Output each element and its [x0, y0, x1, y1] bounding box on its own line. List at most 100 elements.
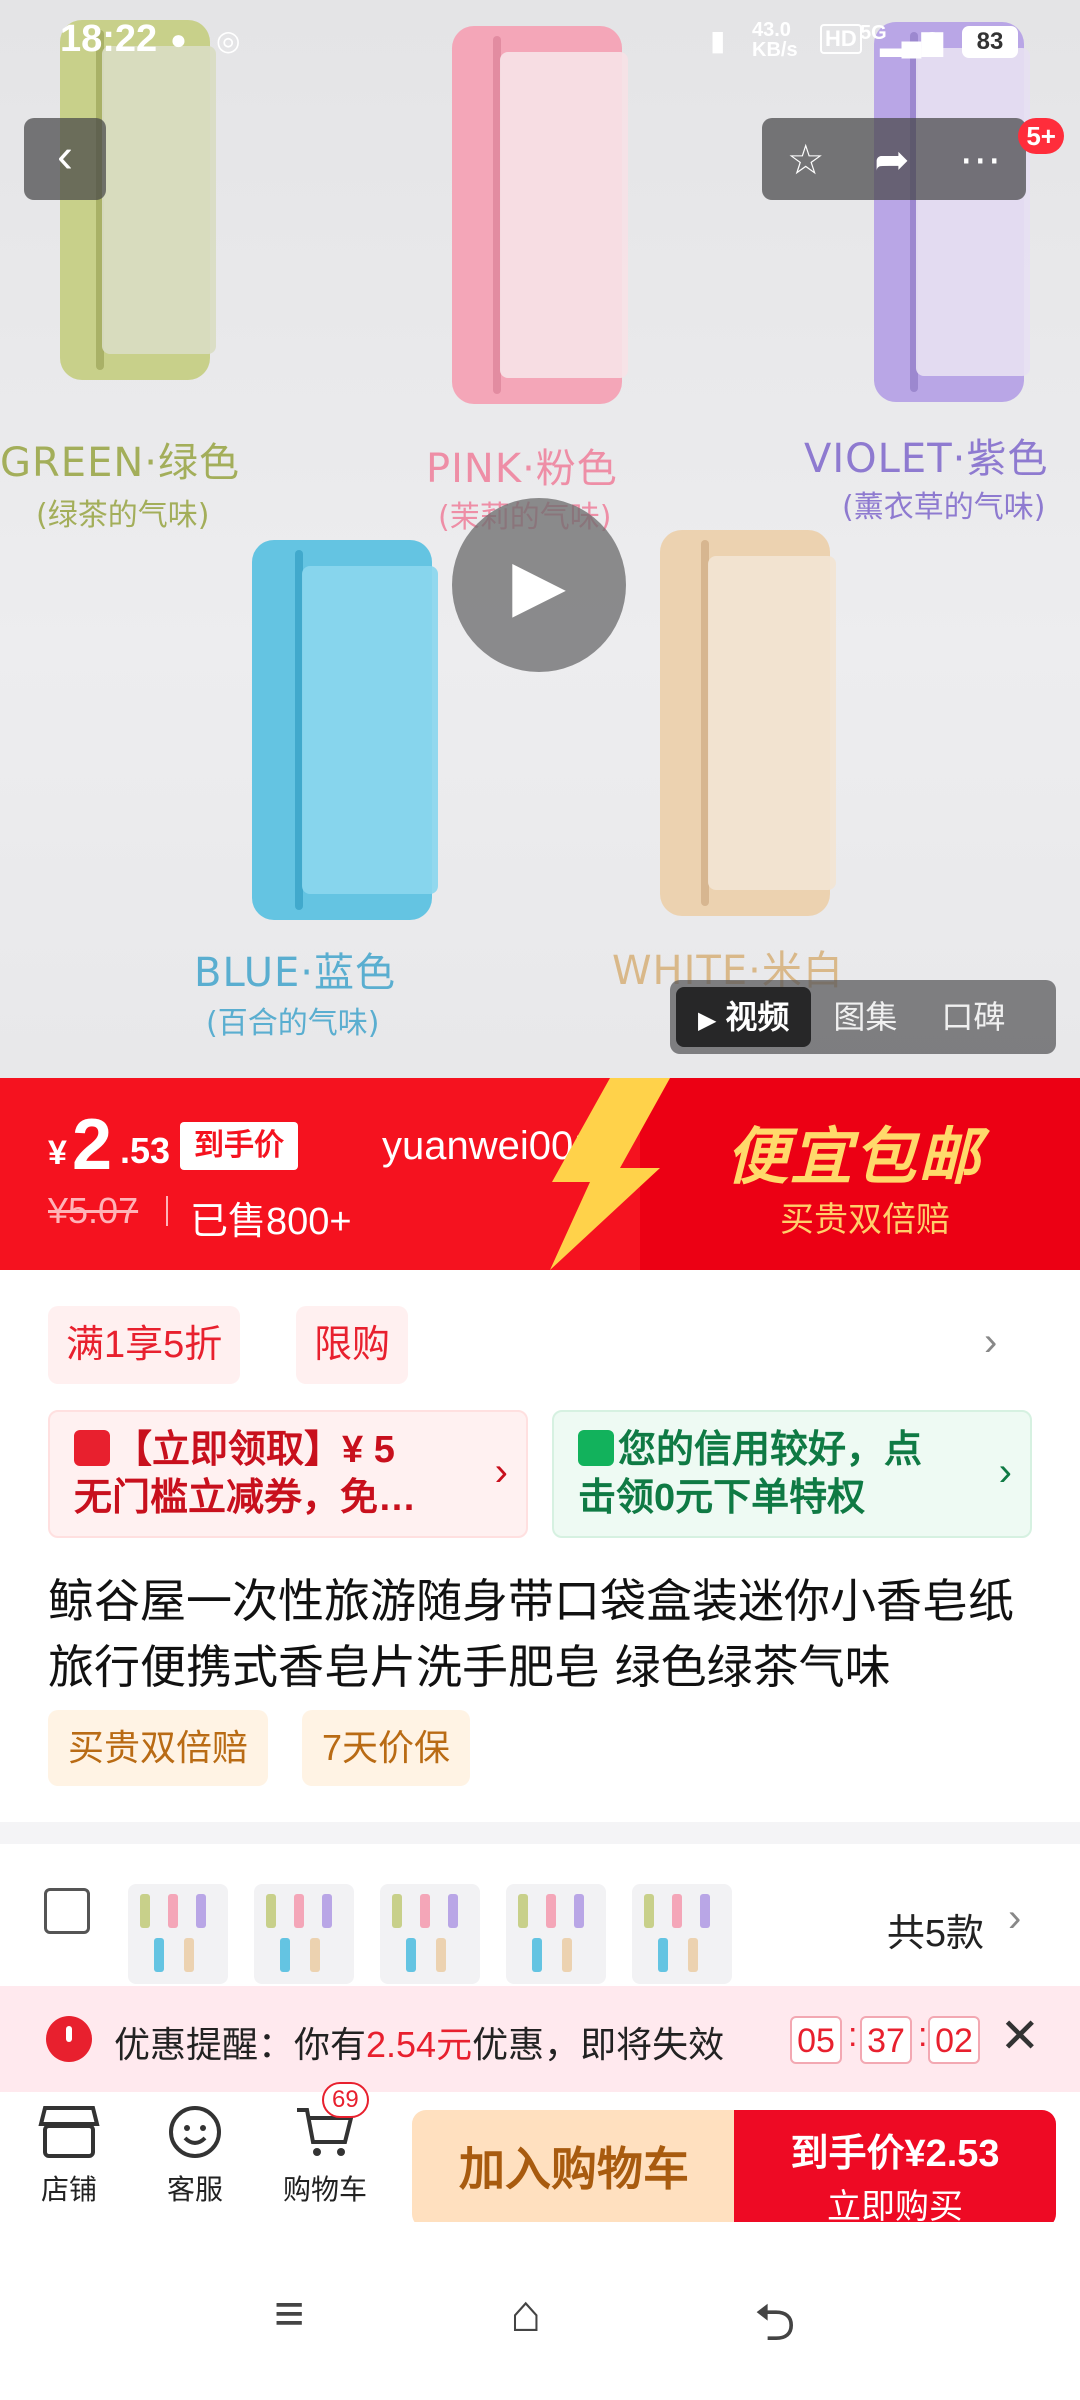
battery-indicator: 83 — [962, 26, 1018, 58]
cart-count-badge: 69 — [322, 2082, 369, 2118]
variant-thumbnail[interactable] — [506, 1884, 606, 1984]
buy-now-label: 立即购买 — [827, 2188, 963, 2226]
promo-subtitle: 买贵双倍赔 — [780, 1201, 950, 1239]
service-tag-price-protect[interactable]: 7天价保 — [302, 1710, 471, 1786]
message-icon: ● — [170, 24, 187, 55]
status-time: 18:22 — [60, 18, 158, 60]
back-nav-icon[interactable]: ⮌ — [754, 2284, 796, 2373]
variant-thumbnail[interactable] — [632, 1884, 732, 1984]
soap-scent-violet: (薰衣草的气味) — [842, 490, 1046, 525]
timer-colon: : — [918, 2016, 928, 2054]
price-divider — [166, 1196, 168, 1226]
soap-label-pink: PINK·粉色 — [426, 446, 618, 492]
chevron-right-icon: › — [1008, 1896, 1022, 1940]
soap-pink — [452, 26, 628, 404]
soap-white — [660, 530, 836, 916]
service-label: 客服 — [166, 2174, 223, 2205]
service-tag-price-guarantee[interactable]: 买贵双倍赔 — [48, 1710, 269, 1786]
variant-selector[interactable]: 共5款 › — [0, 1844, 1080, 1986]
soap-scent-green: (绿茶的气味) — [36, 498, 210, 533]
hd-icon: HD — [820, 24, 862, 54]
tab-video-label: 视频 — [725, 999, 790, 1035]
variant-thumbnail[interactable] — [380, 1884, 480, 1984]
reminder-suffix: 优惠，即将失效 — [472, 2024, 725, 2065]
system-navigation-bar: ≡ ⌂ ⮌ — [0, 2222, 1080, 2400]
credit-line2: 击领0元下单特权 — [578, 1477, 866, 1519]
play-small-icon: ▶ — [698, 1007, 717, 1034]
network-speed: 43.0 KB/s — [752, 19, 798, 61]
clock-icon — [46, 2016, 92, 2062]
discount-tag[interactable]: 满1享5折 — [48, 1306, 241, 1384]
wifi-icon: ◠ — [920, 25, 945, 56]
price-integer: 2 — [72, 1105, 113, 1185]
coupon-card[interactable]: 【立即领取】¥ 5 无门槛立减券，免… › — [48, 1410, 528, 1538]
timer-hours: 05 — [790, 2016, 842, 2064]
favorite-star-icon[interactable]: ☆ — [787, 135, 825, 184]
variant-thumbnail[interactable] — [254, 1884, 354, 1984]
reminder-amount: 2.54元 — [366, 2024, 473, 2065]
calendar-coupon-icon — [74, 1430, 110, 1466]
soap-blue — [252, 540, 438, 920]
discount-reminder-bar: 优惠提醒：你有2.54元优惠，即将失效 05 : 37 : 02 ✕ — [0, 1986, 1080, 2092]
vibrate-icon: ▮ — [710, 25, 726, 56]
soap-label-green: GREEN·绿色 — [0, 440, 240, 486]
credit-privilege-card[interactable]: 您的信用较好，点 击领0元下单特权 › — [552, 1410, 1032, 1538]
shop-button[interactable]: 店铺 — [14, 2104, 124, 2208]
credit-line1: 您的信用较好，点 — [618, 1429, 923, 1471]
tab-gallery[interactable]: 图集 — [811, 987, 919, 1047]
promo-title: 便宜包邮 — [726, 1123, 983, 1192]
play-video-button[interactable]: ▶ — [452, 498, 626, 672]
chevron-right-icon: › — [494, 1450, 508, 1494]
limit-tag[interactable]: 限购 — [296, 1306, 409, 1384]
message-count-badge: 5+ — [1018, 118, 1064, 154]
section-divider — [0, 1822, 1080, 1844]
status-bar: 18:22 ● ◎ ▮ 43.0 KB/s HD 5G ▂▄▆ ◠ 83 — [0, 0, 1080, 80]
app-notification-icon: ◎ — [216, 25, 241, 56]
original-price: ¥5.07 — [48, 1190, 139, 1231]
timer-minutes: 37 — [860, 2016, 912, 2064]
tab-video[interactable]: ▶ 视频 — [676, 987, 812, 1047]
top-action-group: ☆ ➦ ⋯ — [762, 118, 1026, 200]
soap-scent-blue: (百合的气味) — [206, 1006, 380, 1041]
chevron-left-icon: ‹ — [57, 130, 73, 183]
price-banner: ¥ 2 .53 到手价 yuanwei001 ¥5.07 已售800+ 便宜包邮… — [0, 1078, 1080, 1270]
play-icon: ▶ — [512, 546, 566, 624]
cart-button[interactable]: 购物车 — [270, 2104, 380, 2208]
buy-now-button[interactable]: 到手价¥2.53 立即购买 — [734, 2110, 1056, 2228]
variant-count: 共5款 — [886, 1913, 984, 1955]
smile-icon — [169, 2106, 221, 2158]
tab-reviews[interactable]: 口碑 — [919, 987, 1027, 1047]
reminder-prefix: 优惠提醒：你有 — [114, 2024, 367, 2065]
back-button[interactable]: ‹ — [24, 118, 106, 200]
soap-label-blue: BLUE·蓝色 — [194, 950, 396, 996]
close-icon[interactable]: ✕ — [1000, 2008, 1040, 2064]
final-price-tag: 到手价 — [180, 1122, 298, 1170]
price-decimal: .53 — [120, 1130, 171, 1171]
sold-count: 已售800+ — [190, 1201, 352, 1243]
lightning-icon — [550, 1078, 670, 1270]
cart-label: 购物车 — [282, 2174, 367, 2205]
shop-label: 店铺 — [40, 2174, 97, 2205]
coupon-line1: 【立即领取】¥ 5 — [114, 1429, 395, 1471]
shopping-bag-icon — [578, 1430, 614, 1466]
shop-icon — [38, 2106, 100, 2158]
variant-select-icon — [44, 1888, 90, 1934]
product-title: 鲸谷屋一次性旅游随身带口袋盒装迷你小香皂纸旅行便携式香皂片洗手肥皂 绿色绿茶气味 — [48, 1574, 1014, 1694]
timer-seconds: 02 — [928, 2016, 980, 2064]
menu-icon[interactable]: ≡ — [274, 2284, 304, 2344]
buy-final-price: 到手价¥2.53 — [790, 2133, 1000, 2175]
product-media-gallery[interactable]: GREEN·绿色 (绿茶的气味) PINK·粉色 (茉莉的气味) VIOLET·… — [0, 0, 1080, 1078]
coupon-line2: 无门槛立减券，免… — [74, 1477, 417, 1519]
customer-service-button[interactable]: 客服 — [140, 2104, 250, 2208]
more-icon[interactable]: ⋯ — [959, 135, 1001, 184]
chevron-right-icon[interactable]: › — [984, 1320, 997, 1365]
home-icon[interactable]: ⌂ — [510, 2284, 541, 2344]
timer-colon: : — [848, 2016, 858, 2054]
reminder-text: 优惠提醒：你有2.54元优惠，即将失效 — [114, 2016, 724, 2068]
share-icon[interactable]: ➦ — [874, 135, 909, 184]
media-tab-bar: ▶ 视频 图集 口碑 — [670, 980, 1056, 1054]
currency-symbol: ¥ — [48, 1134, 67, 1172]
add-to-cart-button[interactable]: 加入购物车 — [412, 2110, 736, 2228]
bottom-action-bar: 店铺 客服 购物车 69 加入购物车 到手价¥2.53 立即购买 — [0, 2082, 1080, 2228]
variant-thumbnail[interactable] — [128, 1884, 228, 1984]
